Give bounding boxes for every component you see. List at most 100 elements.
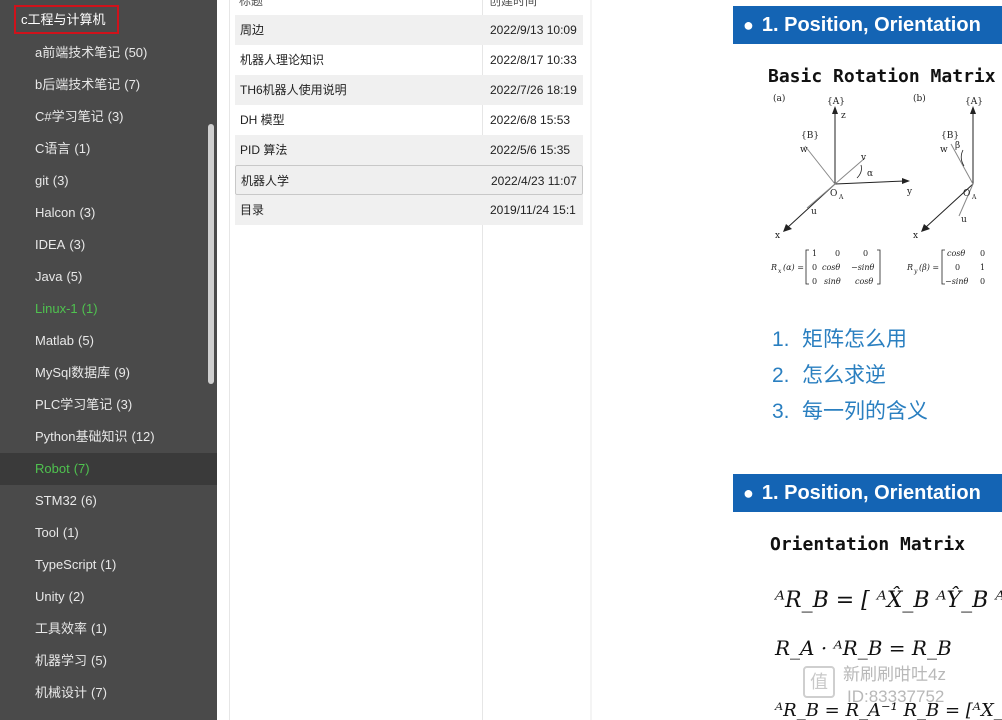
sidebar-item-count: (3)	[52, 173, 69, 188]
u-axis-label-b: u	[961, 215, 967, 225]
rx-m6: −sinθ	[851, 263, 875, 272]
note-row[interactable]: 机器人学 2022/4/23 11:07	[235, 165, 583, 195]
list-item: 3. 每一列的含义	[772, 400, 928, 423]
sidebar-item[interactable]: Python基础知识 (12)	[0, 421, 217, 453]
sidebar-item-count: (1)	[81, 301, 98, 316]
column-header-title[interactable]: 标题	[239, 0, 263, 10]
rx-label: R	[770, 263, 777, 272]
v-axis-label: v	[860, 153, 867, 163]
sidebar-item-count: (12)	[131, 429, 155, 444]
rotation-figure: (a) (b) {A} z y x {B} w v u α O A {A} x …	[770, 93, 985, 286]
ry-m7: −sinθ	[945, 277, 969, 286]
sidebar-item-label: Halcon	[35, 205, 76, 220]
sidebar-item[interactable]: Robot (7)	[0, 453, 217, 485]
sidebar-item-label: Robot	[35, 461, 70, 476]
note-content: ● 1. Position, Orientation Basic Rotation…	[592, 0, 1002, 720]
sidebar-item-label: MySql数据库	[35, 365, 111, 380]
sidebar-item[interactable]: Halcon (3)	[0, 197, 217, 229]
sidebar-item-count: (3)	[79, 205, 96, 220]
sidebar-item-label: Linux-1	[35, 301, 78, 316]
note-row[interactable]: 周边 2022/9/13 10:09	[235, 15, 583, 45]
note-row[interactable]: 机器人理论知识 2022/8/17 10:33	[235, 45, 583, 75]
sidebar-item-count: (2)	[68, 589, 85, 604]
ry-m5: 1	[980, 263, 985, 272]
sidebar-item[interactable]: STM32 (6)	[0, 485, 217, 517]
sidebar-item-count: (3)	[107, 109, 124, 124]
note-row[interactable]: DH 模型 2022/6/8 15:53	[235, 105, 583, 135]
note-title: 目录	[240, 203, 265, 217]
sidebar-item-count: (7)	[124, 77, 141, 92]
ry-arg: (β) =	[919, 263, 939, 272]
sidebar-item-label: 机器学习	[35, 653, 88, 668]
panel-gap	[217, 0, 229, 720]
frame-a-label-b: {A}	[965, 97, 983, 107]
note-created-time: 2022/9/13 10:09	[490, 23, 577, 37]
x-axis-label: x	[775, 231, 780, 241]
sidebar-item[interactable]: 机械设计 (7)	[0, 677, 217, 709]
watermark-text: 新刷刷咁吐4z	[843, 665, 946, 684]
frame-b-label-b: {B}	[941, 131, 959, 141]
sidebar-item-count: (7)	[91, 685, 107, 700]
z-axis-label: z	[841, 111, 846, 121]
origin-label: O	[830, 189, 837, 199]
note-created-time: 2022/4/23 11:07	[491, 174, 577, 188]
sidebar-item[interactable]: PLC学习笔记 (3)	[0, 389, 217, 421]
sidebar-item[interactable]: Java (5)	[0, 261, 217, 293]
w-axis-label-b: w	[940, 145, 948, 155]
rx-m9: cosθ	[855, 277, 873, 286]
question-list: 1. 矩阵怎么用 2. 怎么求逆 3. 每一列的含义	[772, 322, 928, 430]
sidebar-item[interactable]: 工具效率 (1)	[0, 613, 217, 645]
figure-label-b: (b)	[913, 93, 926, 104]
sidebar-scrollbar[interactable]	[208, 124, 214, 384]
ry-m1: cosθ	[947, 249, 965, 258]
sidebar-item[interactable]: TypeScript (1)	[0, 549, 217, 581]
watermark-id: ID:83337752	[847, 687, 945, 706]
note-row[interactable]: 目录 2019/11/24 15:1	[235, 195, 583, 225]
slide-title: 1. Position, Orientation	[761, 14, 981, 36]
rx-m8: sinθ	[824, 277, 841, 286]
sidebar-item[interactable]: a前端技术笔记 (50)	[0, 37, 217, 69]
sidebar-item-label: Python基础知识	[35, 429, 128, 444]
ry-label: R	[906, 263, 913, 272]
sidebar-item-label: C语言	[35, 141, 71, 156]
sidebar-item[interactable]: Linux-1 (1)	[0, 293, 217, 325]
bullet-icon: ●	[743, 15, 754, 35]
watermark-logo-icon: 值	[803, 666, 835, 698]
notebook-root[interactable]: c工程与计算机	[14, 5, 119, 34]
ry-m8: 0	[980, 277, 985, 286]
equation-orientation: ᴬR_B = [ ᴬX̂_B ᴬŶ_B ᴬẐ_B ]	[775, 588, 1002, 613]
sidebar-item[interactable]: Unity (2)	[0, 581, 217, 613]
alpha-label: α	[867, 169, 873, 179]
y-axis-label: y	[906, 187, 913, 197]
list-header: 标题 创建时间	[235, 0, 583, 10]
note-title: 周边	[240, 23, 265, 37]
u-axis-label: u	[811, 207, 817, 217]
list-item: 2. 怎么求逆	[772, 364, 886, 387]
sidebar-item[interactable]: git (3)	[0, 165, 217, 197]
sidebar-item[interactable]: Matlab (5)	[0, 325, 217, 357]
rx-m4: 0	[812, 263, 817, 272]
sidebar-item[interactable]: MySql数据库 (9)	[0, 357, 217, 389]
note-created-time: 2019/11/24 15:1	[490, 203, 576, 217]
sidebar-item-label: Tool	[35, 525, 59, 540]
w-axis-label: w	[800, 145, 808, 155]
sidebar-item[interactable]: IDEA (3)	[0, 229, 217, 261]
sidebar-item[interactable]: C#学习笔记 (3)	[0, 101, 217, 133]
sidebar-item[interactable]: b后端技术笔记 (7)	[0, 69, 217, 101]
note-row[interactable]: TH6机器人使用说明 2022/7/26 18:19	[235, 75, 583, 105]
slide-subtitle: Basic Rotation Matrix	[768, 66, 996, 87]
note-title: TH6机器人使用说明	[240, 83, 347, 97]
origin-sub: A	[838, 194, 844, 201]
origin-label-b: O	[963, 189, 970, 199]
sidebar-item[interactable]: C语言 (1)	[0, 133, 217, 165]
sidebar-item[interactable]: 机器学习 (5)	[0, 645, 217, 677]
sidebar-item-count: (1)	[74, 141, 91, 156]
note-title: 机器人理论知识	[240, 53, 325, 67]
rx-m1: 1	[812, 249, 817, 258]
note-row[interactable]: PID 算法 2022/5/6 15:35	[235, 135, 583, 165]
ry-m4: 0	[955, 263, 960, 272]
column-header-created[interactable]: 创建时间	[489, 0, 537, 10]
sidebar-item-count: (3)	[69, 237, 86, 252]
note-title: 机器人学	[241, 174, 290, 188]
sidebar-item[interactable]: Tool (1)	[0, 517, 217, 549]
